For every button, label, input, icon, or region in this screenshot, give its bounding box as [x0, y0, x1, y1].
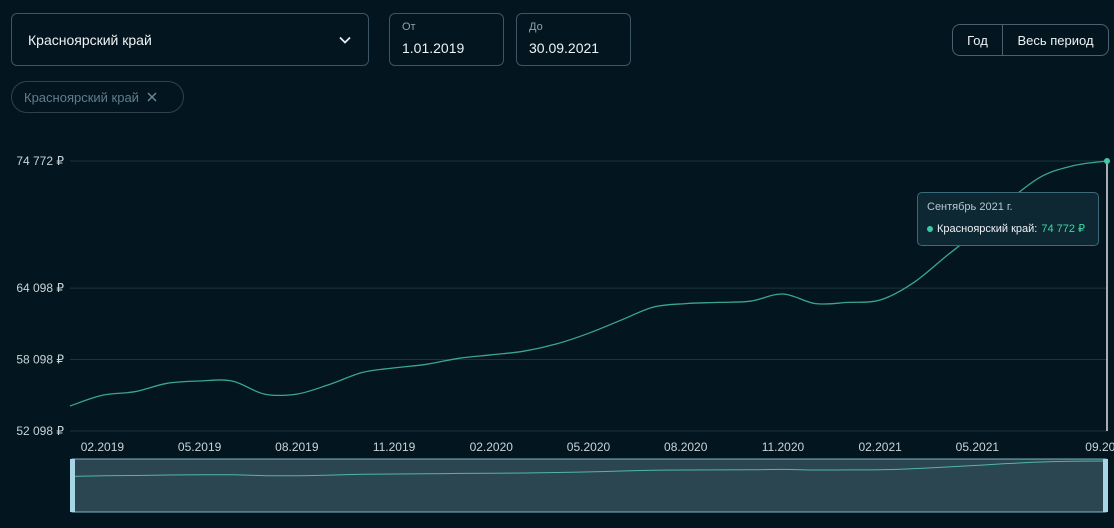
x-tick-label: 11.2020 — [762, 440, 805, 454]
tooltip-value: 74 772 ₽ — [1041, 223, 1086, 235]
x-tick-label: 02.2020 — [470, 440, 514, 454]
x-tick-label: 08.2019 — [275, 440, 319, 454]
y-tick-label: 52 098 ₽ — [16, 424, 64, 438]
tooltip-series-name: Красноярский край: — [937, 222, 1038, 235]
price-chart: 74 772 ₽ 64 098 ₽ 58 098 ₽ 52 098 ₽ 02.2019… — [16, 154, 1114, 513]
x-axis-labels: 02.2019 05.2019 08.2019 11.2019 02.2020 05.20… — [81, 440, 1114, 454]
x-tick-label: 05.2021 — [956, 440, 1000, 454]
series-marker-icon — [927, 225, 933, 232]
chart-tooltip: Сентябрь 2021 г. Красноярский край: 74 7… — [917, 192, 1099, 246]
y-tick-label: 74 772 ₽ — [16, 154, 64, 168]
navigator-handle-right[interactable] — [1103, 459, 1108, 512]
x-tick-label: 09.2021 — [1085, 440, 1114, 454]
x-tick-label: 08.2020 — [664, 440, 708, 454]
x-tick-label: 05.2020 — [567, 440, 611, 454]
tooltip-row: Красноярский край: 74 772 ₽ — [927, 222, 1089, 235]
navigator-handle-left[interactable] — [70, 459, 75, 512]
tooltip-title: Сентябрь 2021 г. — [927, 201, 1013, 213]
y-tick-label: 58 098 ₽ — [16, 353, 64, 367]
x-tick-label: 02.2019 — [81, 440, 125, 454]
x-tick-label: 02.2021 — [858, 440, 902, 454]
x-tick-label: 11.2019 — [373, 440, 416, 454]
x-tick-label: 05.2019 — [178, 440, 222, 454]
y-tick-label: 64 098 ₽ — [16, 281, 64, 295]
hover-point — [1104, 158, 1110, 164]
range-navigator[interactable] — [70, 458, 1108, 513]
y-axis-labels: 74 772 ₽ 64 098 ₽ 58 098 ₽ 52 098 ₽ — [16, 154, 64, 438]
